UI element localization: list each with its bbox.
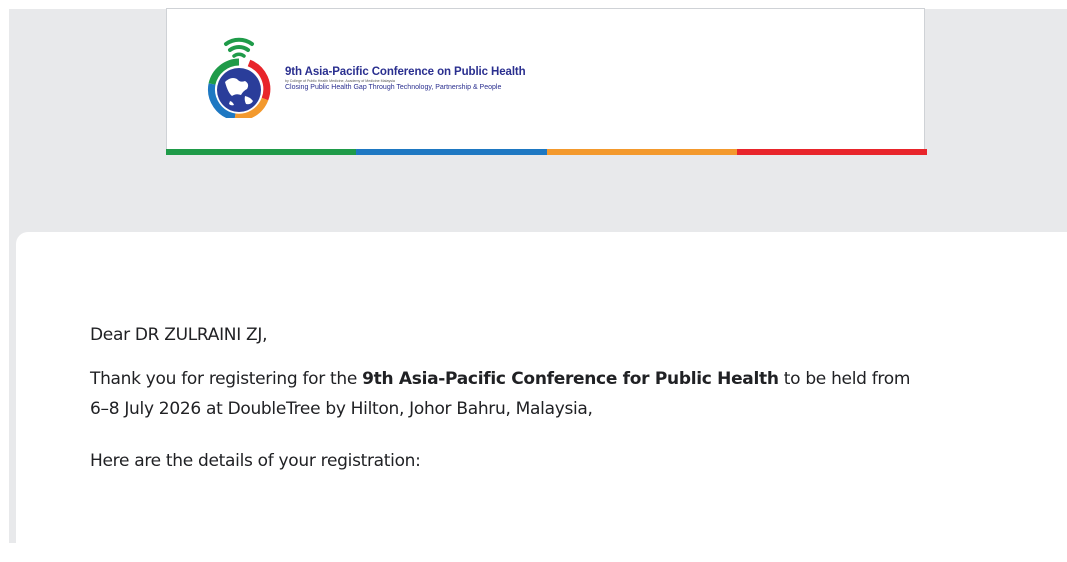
stripe-red bbox=[736, 149, 927, 155]
banner-color-stripe bbox=[166, 149, 927, 155]
email-body-card: Dear DR ZULRAINI ZJ, Thank you for regis… bbox=[16, 232, 1067, 562]
stripe-orange bbox=[546, 149, 737, 155]
registration-details-line: Here are the details of your registratio… bbox=[90, 451, 421, 471]
stripe-green bbox=[166, 149, 357, 155]
conference-globe-wifi-logo bbox=[208, 37, 271, 118]
banner-tagline: Closing Public Health Gap Through Techno… bbox=[285, 84, 502, 91]
conference-logo: 9th Asia-Pacific Conference on Public He… bbox=[199, 24, 559, 118]
banner-subtitle: by College of Public Health Medicine, Ac… bbox=[285, 79, 395, 83]
email-greeting: Dear DR ZULRAINI ZJ, bbox=[90, 325, 268, 345]
email-content: Dear DR ZULRAINI ZJ, Thank you for regis… bbox=[90, 320, 930, 476]
email-intro-paragraph: Thank you for registering for the 9th As… bbox=[90, 364, 930, 424]
stripe-blue bbox=[356, 149, 547, 155]
banner-title: 9th Asia-Pacific Conference on Public He… bbox=[285, 66, 526, 78]
conference-name: 9th Asia-Pacific Conference for Public H… bbox=[362, 369, 779, 389]
intro-before: Thank you for registering for the bbox=[90, 369, 363, 389]
